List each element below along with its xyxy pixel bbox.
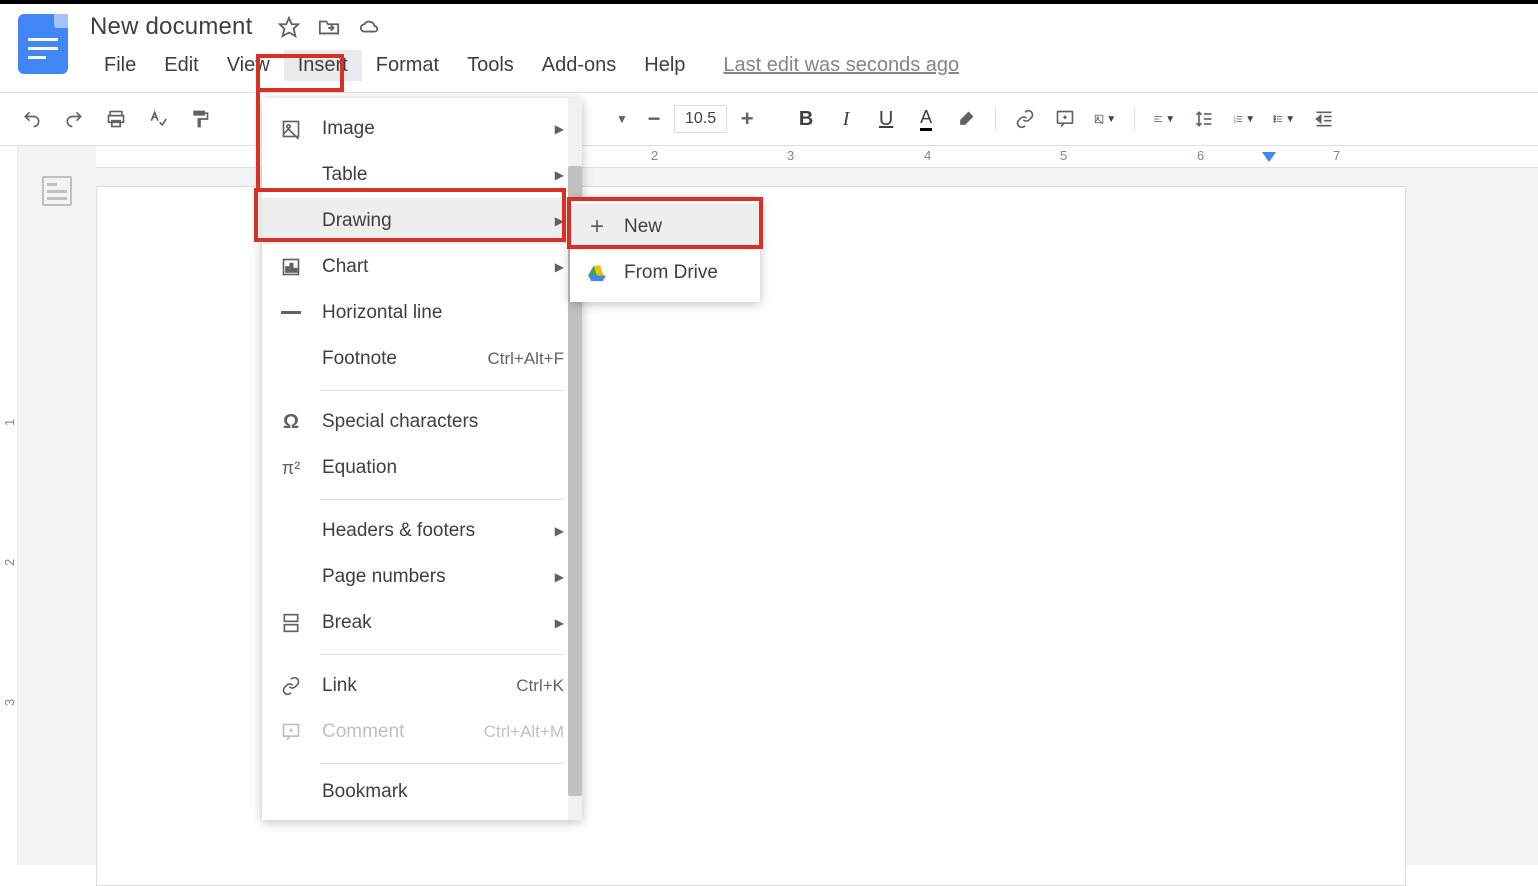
image-tool-icon[interactable]: ▼ xyxy=(1094,108,1116,130)
plus-icon: + xyxy=(586,216,608,238)
toolbar: ▼ − 10.5 + B I U A ▼ ▼ 123▼ ▼ xyxy=(0,92,1538,146)
vertical-ruler: 1 2 3 xyxy=(0,146,18,865)
menu-addons[interactable]: Add-ons xyxy=(528,50,631,81)
move-icon[interactable] xyxy=(318,16,340,38)
menu-item-table[interactable]: Table ▶ xyxy=(262,152,582,198)
svg-text:3: 3 xyxy=(1234,120,1236,124)
header: New document File Edit View Insert Forma… xyxy=(0,4,1538,92)
submenu-arrow-icon: ▶ xyxy=(555,168,564,182)
decrease-font-icon[interactable]: − xyxy=(642,107,666,131)
menu-item-bookmark[interactable]: Bookmark xyxy=(262,772,582,812)
bookmark-icon xyxy=(280,781,302,803)
outline-panel xyxy=(18,146,96,865)
break-icon xyxy=(280,612,302,634)
right-indent-marker[interactable] xyxy=(1262,152,1276,162)
drawing-submenu: + New From Drive xyxy=(570,198,760,302)
menu-item-link[interactable]: Link Ctrl+K xyxy=(262,663,582,709)
menu-view[interactable]: View xyxy=(213,50,284,81)
submenu-arrow-icon: ▶ xyxy=(555,616,564,630)
menu-item-horizontal-line[interactable]: Horizontal line xyxy=(262,290,582,336)
menu-file[interactable]: File xyxy=(90,50,150,81)
submenu-arrow-icon: ▶ xyxy=(555,122,564,136)
spellcheck-icon[interactable] xyxy=(146,107,170,131)
table-icon xyxy=(280,164,302,186)
line-spacing-icon[interactable] xyxy=(1193,108,1215,130)
menu-help[interactable]: Help xyxy=(630,50,699,81)
align-icon[interactable]: ▼ xyxy=(1153,108,1175,130)
numbered-list-icon[interactable]: 123▼ xyxy=(1233,108,1255,130)
menu-item-footnote[interactable]: Footnote Ctrl+Alt+F xyxy=(262,336,582,382)
menu-item-chart[interactable]: Chart ▶ xyxy=(262,244,582,290)
document-title[interactable]: New document xyxy=(90,13,252,41)
menu-item-break[interactable]: Break ▶ xyxy=(262,600,582,646)
menu-format[interactable]: Format xyxy=(362,50,453,81)
outline-toggle-icon[interactable] xyxy=(42,176,72,206)
menu-item-page-numbers[interactable]: Page numbers ▶ xyxy=(262,554,582,600)
docs-logo[interactable] xyxy=(18,14,68,74)
annotation-highlight xyxy=(256,92,260,192)
comment-menu-icon xyxy=(280,721,302,743)
submenu-arrow-icon: ▶ xyxy=(555,524,564,538)
omega-icon: Ω xyxy=(280,411,302,433)
image-icon xyxy=(280,118,302,140)
submenu-arrow-icon: ▶ xyxy=(555,570,564,584)
drawing-icon xyxy=(280,210,302,232)
cloud-icon[interactable] xyxy=(358,16,380,38)
paint-format-icon[interactable] xyxy=(188,107,212,131)
workspace: 1 2 3 2 3 4 5 6 7 xyxy=(0,146,1538,865)
styles-dropdown-icon[interactable]: ▼ xyxy=(610,107,634,131)
headers-icon xyxy=(280,520,302,542)
star-icon[interactable] xyxy=(278,16,300,38)
redo-icon[interactable] xyxy=(62,107,86,131)
menu-item-headers-footers[interactable]: Headers & footers ▶ xyxy=(262,508,582,554)
menu-item-equation[interactable]: π² Equation xyxy=(262,445,582,491)
drive-icon xyxy=(586,262,608,284)
menu-item-image[interactable]: Image ▶ xyxy=(262,106,582,152)
page-numbers-icon xyxy=(280,566,302,588)
undo-icon[interactable] xyxy=(20,107,44,131)
decrease-indent-icon[interactable] xyxy=(1313,108,1335,130)
italic-icon[interactable]: I xyxy=(835,108,857,130)
underline-icon[interactable]: U xyxy=(875,108,897,130)
menu-insert[interactable]: Insert xyxy=(284,50,362,81)
link-icon[interactable] xyxy=(1014,108,1036,130)
menu-item-drawing[interactable]: Drawing ▶ xyxy=(262,198,582,244)
pi-icon: π² xyxy=(280,457,302,479)
font-size-input[interactable]: 10.5 xyxy=(674,105,727,133)
menu-bar: File Edit View Insert Format Tools Add-o… xyxy=(90,50,959,81)
menu-edit[interactable]: Edit xyxy=(150,50,212,81)
footnote-icon xyxy=(280,348,302,370)
bullet-list-icon[interactable]: ▼ xyxy=(1273,108,1295,130)
print-icon[interactable] xyxy=(104,107,128,131)
submenu-arrow-icon: ▶ xyxy=(555,214,564,228)
increase-font-icon[interactable]: + xyxy=(735,107,759,131)
submenu-arrow-icon: ▶ xyxy=(555,260,564,274)
menu-tools[interactable]: Tools xyxy=(453,50,528,81)
menu-item-comment: Comment Ctrl+Alt+M xyxy=(262,709,582,755)
submenu-item-from-drive[interactable]: From Drive xyxy=(570,250,760,296)
submenu-item-new[interactable]: + New xyxy=(570,204,760,250)
chart-icon xyxy=(280,256,302,278)
text-color-icon[interactable]: A xyxy=(915,108,937,130)
bold-icon[interactable]: B xyxy=(795,108,817,130)
highlight-icon[interactable] xyxy=(955,108,977,130)
comment-icon[interactable] xyxy=(1054,108,1076,130)
horizontal-line-icon xyxy=(280,302,302,324)
insert-menu-dropdown: Image ▶ Table ▶ Drawing ▶ Chart ▶ Horizo… xyxy=(262,98,582,820)
link-menu-icon xyxy=(280,675,302,697)
menu-item-special-characters[interactable]: Ω Special characters xyxy=(262,399,582,445)
last-edit-link[interactable]: Last edit was seconds ago xyxy=(723,54,959,77)
